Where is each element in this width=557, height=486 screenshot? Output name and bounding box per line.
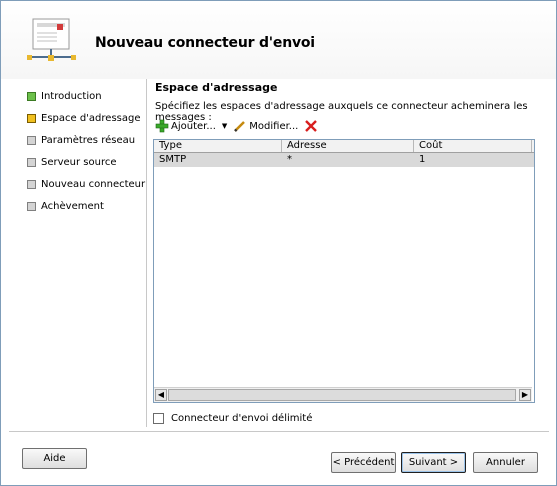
- step-label: Serveur source: [41, 156, 117, 168]
- pencil-icon: [234, 121, 246, 132]
- edit-label: Modifier...: [249, 120, 299, 132]
- scroll-right-icon[interactable]: ▶: [519, 389, 531, 401]
- add-button[interactable]: Ajouter...: [155, 119, 216, 133]
- divider: [146, 79, 147, 427]
- step-new-connector[interactable]: Nouveau connecteur: [27, 173, 147, 195]
- step-label: Espace d'adressage: [41, 112, 141, 124]
- scoped-connector-option[interactable]: Connecteur d'envoi délimité: [153, 413, 312, 424]
- step-network-settings[interactable]: Paramètres réseau: [27, 129, 147, 151]
- add-icon: [155, 119, 169, 133]
- column-header-type[interactable]: Type: [154, 140, 282, 152]
- cell-address: *: [287, 154, 292, 165]
- footer-divider: [9, 431, 549, 432]
- wizard-window: Nouveau connecteur d'envoi Introduction …: [0, 0, 557, 486]
- add-label: Ajouter...: [171, 120, 216, 132]
- step-completion[interactable]: Achèvement: [27, 195, 147, 217]
- table-header: Type Adresse Coût: [154, 140, 534, 153]
- address-space-table: Type Adresse Coût SMTP * 1 ◀ ▶: [153, 139, 535, 403]
- cell-cost: 1: [419, 154, 426, 165]
- step-complete-icon: [27, 91, 36, 101]
- wizard-title: Nouveau connecteur d'envoi: [95, 35, 315, 51]
- scroll-left-icon[interactable]: ◀: [155, 389, 167, 401]
- scroll-thumb[interactable]: [168, 389, 516, 401]
- delete-button[interactable]: [304, 119, 320, 133]
- step-pending-icon: [27, 157, 36, 167]
- add-dropdown[interactable]: ▼: [222, 122, 227, 130]
- step-pending-icon: [27, 201, 36, 211]
- edit-button[interactable]: Modifier...: [233, 119, 298, 133]
- scoped-connector-label: Connecteur d'envoi délimité: [171, 413, 313, 424]
- step-label: Paramètres réseau: [41, 134, 136, 146]
- column-header-address[interactable]: Adresse: [282, 140, 414, 152]
- table-row[interactable]: SMTP * 1: [154, 153, 534, 167]
- wizard-header: Nouveau connecteur d'envoi: [1, 1, 556, 79]
- step-address-space[interactable]: Espace d'adressage: [27, 107, 147, 129]
- step-label: Nouveau connecteur: [41, 178, 146, 190]
- help-button[interactable]: Aide: [22, 448, 87, 469]
- wizard-steps: Introduction Espace d'adressage Paramètr…: [27, 85, 147, 217]
- next-button[interactable]: Suivant >: [401, 452, 466, 473]
- column-header-cost[interactable]: Coût: [414, 140, 532, 152]
- cancel-button[interactable]: Annuler: [473, 452, 538, 473]
- scoped-connector-checkbox[interactable]: [153, 413, 164, 424]
- step-pending-icon: [27, 135, 36, 145]
- step-current-icon: [27, 113, 36, 123]
- address-toolbar: Ajouter... ▼ Modifier...: [155, 117, 326, 135]
- cell-type: SMTP: [159, 154, 187, 165]
- delete-icon: [305, 120, 318, 132]
- step-introduction[interactable]: Introduction: [27, 85, 147, 107]
- chevron-down-icon: ▼: [221, 122, 228, 130]
- step-label: Introduction: [41, 90, 102, 102]
- previous-button[interactable]: < Précédent: [331, 452, 396, 473]
- mail-network-icon: [27, 18, 76, 61]
- section-title: Espace d'adressage: [155, 81, 278, 94]
- horizontal-scrollbar[interactable]: ◀ ▶: [154, 387, 532, 402]
- step-pending-icon: [27, 179, 36, 189]
- step-source-server[interactable]: Serveur source: [27, 151, 147, 173]
- step-label: Achèvement: [41, 200, 104, 212]
